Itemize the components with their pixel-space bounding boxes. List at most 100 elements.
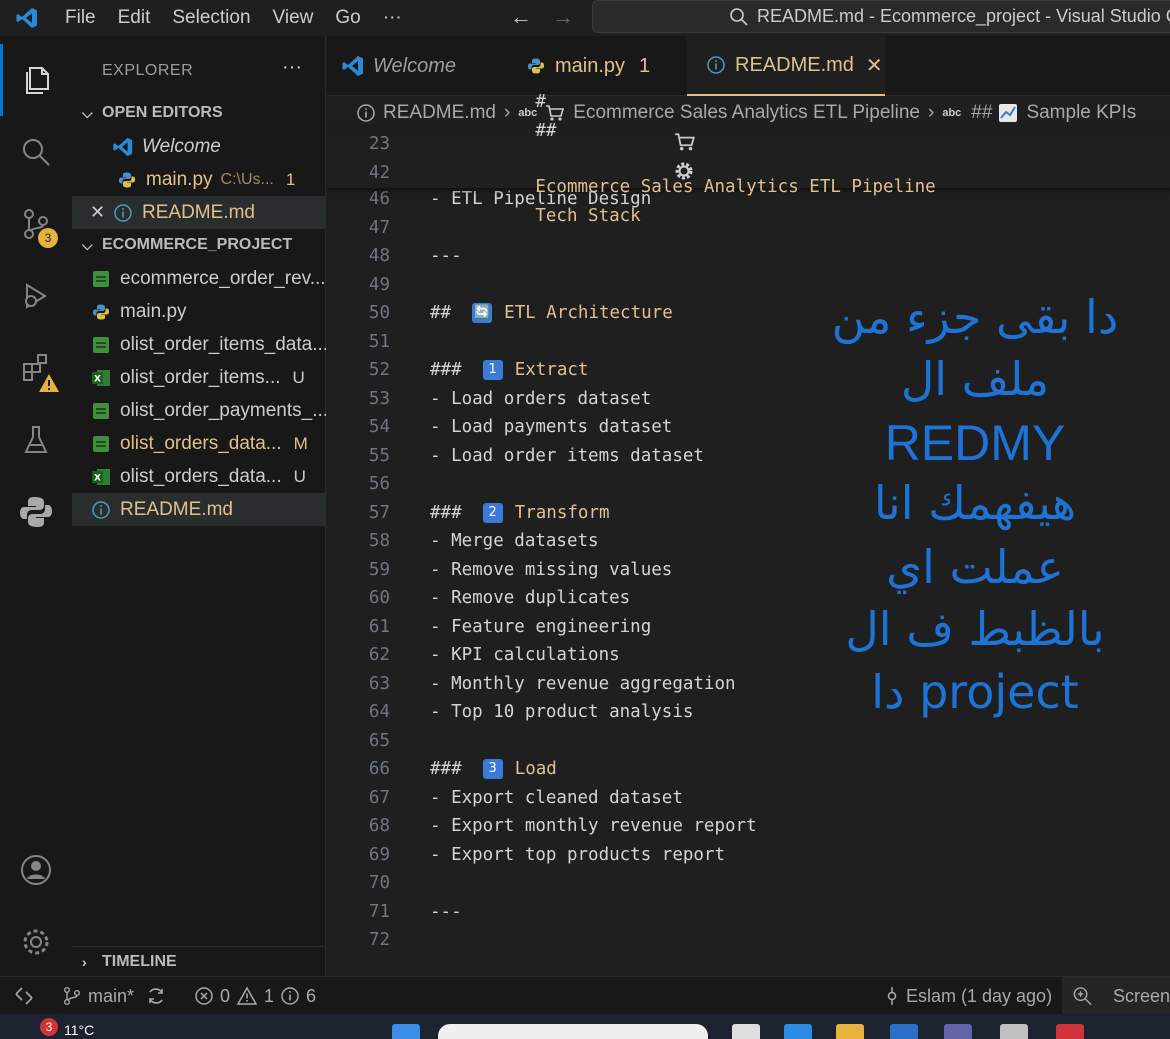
code-line[interactable]: 58 - Merge datasets <box>327 527 1170 555</box>
branch-indicator[interactable]: main* <box>62 977 134 1015</box>
code-line[interactable]: 55 - Load order items dataset <box>327 442 1170 470</box>
menu-more[interactable]: ··· <box>372 7 413 29</box>
taskbar-search-box[interactable] <box>438 1024 708 1039</box>
line-number: 52 <box>368 360 390 380</box>
file-item[interactable]: X olist_orders_data... U <box>72 460 326 493</box>
store-icon[interactable] <box>890 1024 918 1039</box>
code-line[interactable]: 60 - Remove duplicates <box>327 584 1170 612</box>
title-bar: File Edit Selection View Go ··· ← → READ… <box>0 0 1170 36</box>
menu-go[interactable]: Go <box>324 7 371 29</box>
menu-file[interactable]: File <box>54 7 107 29</box>
start-button-icon[interactable] <box>392 1024 420 1039</box>
code-line[interactable]: 63 - Monthly revenue aggregation <box>327 670 1170 698</box>
menu-view[interactable]: View <box>262 7 325 29</box>
chevron-down-icon: ⌵ <box>82 236 93 253</box>
sticky-line[interactable]: 42 ## Tech Stack <box>327 121 1170 226</box>
open-editors-section[interactable]: ⌵ OPEN EDITORS <box>72 98 326 128</box>
temperature[interactable]: 11°C <box>64 1022 94 1038</box>
line-content: - Monthly revenue aggregation <box>430 674 736 694</box>
file-item[interactable]: ecommerce_order_rev... <box>72 262 326 295</box>
git-blame-indicator[interactable]: Eslam (1 day ago) <box>884 977 1052 1015</box>
line-content: - Export monthly revenue report <box>430 816 757 836</box>
file-item[interactable]: olist_orders_data... M <box>72 427 326 460</box>
code-line[interactable]: 48 --- <box>327 242 1170 270</box>
file-item[interactable]: main.py <box>72 295 326 328</box>
app-icon[interactable] <box>1000 1024 1028 1039</box>
testing-flask-icon[interactable] <box>0 404 72 476</box>
breadcrumb-h2[interactable]: Sample KPIs <box>1026 102 1136 124</box>
open-editor-welcome[interactable]: Welcome <box>72 130 326 163</box>
close-icon[interactable]: ✕ <box>90 202 112 223</box>
code-line[interactable]: 68 - Export monthly revenue report <box>327 812 1170 840</box>
file-item[interactable]: X olist_order_items... U <box>72 361 326 394</box>
code-line[interactable]: 72 <box>327 926 1170 954</box>
error-icon <box>195 987 213 1005</box>
code-line[interactable]: 50 ## 🔄 ETL Architecture <box>327 299 1170 327</box>
line-number: 42 <box>368 163 390 183</box>
line-text: - Remove duplicates <box>430 588 631 608</box>
python-icon[interactable] <box>0 476 72 548</box>
project-section[interactable]: ⌵ ECOMMERCE_PROJECT <box>72 230 326 260</box>
line-number: 55 <box>368 445 390 466</box>
edge-icon[interactable] <box>784 1024 812 1039</box>
file-item[interactable]: olist_order_items_data... <box>72 328 326 361</box>
open-editor-main-py[interactable]: main.py C:\Us... 1 <box>72 163 326 196</box>
explorer-more-button[interactable]: ··· <box>282 56 302 79</box>
code-line[interactable]: 49 <box>327 271 1170 299</box>
code-line[interactable]: 51 <box>327 328 1170 356</box>
file-explorer-icon[interactable] <box>836 1024 864 1039</box>
teams-icon[interactable] <box>944 1024 972 1039</box>
sync-icon[interactable] <box>146 977 166 1015</box>
code-line[interactable]: 57 ### 2 Transform <box>327 499 1170 527</box>
code-line[interactable]: 54 - Load payments dataset <box>327 413 1170 441</box>
extensions-icon[interactable] <box>0 332 72 404</box>
settings-gear-icon[interactable] <box>0 906 72 978</box>
file-label: ecommerce_order_rev... <box>120 267 326 289</box>
line-number: 56 <box>368 474 390 494</box>
code-line[interactable]: 65 <box>327 727 1170 755</box>
code-line[interactable]: 64 - Top 10 product analysis <box>327 698 1170 726</box>
command-center-search[interactable]: README.md - Ecommerce_project - Visual S… <box>592 0 1170 33</box>
search-icon[interactable] <box>0 116 72 188</box>
breadcrumb-h2-prefix: ## <box>971 102 993 123</box>
code-line[interactable]: 56 <box>327 470 1170 498</box>
code-line[interactable]: 52 ### 1 Extract <box>327 356 1170 384</box>
problems-indicator[interactable]: 0 1 6 <box>194 977 316 1015</box>
excel-icon: X <box>90 367 112 389</box>
code-line[interactable]: 67 - Export cleaned dataset <box>327 784 1170 812</box>
forward-arrow-icon[interactable]: → <box>552 4 574 30</box>
line-text: --- <box>430 901 462 922</box>
source-control-icon[interactable]: 3 <box>0 188 72 260</box>
file-item[interactable]: README.md <box>72 493 326 526</box>
app-icon[interactable] <box>1056 1024 1084 1039</box>
open-editor-readme[interactable]: ✕ README.md <box>72 196 326 229</box>
code-line[interactable]: 53 - Load orders dataset <box>327 385 1170 413</box>
file-item[interactable]: olist_order_payments_... <box>72 394 326 427</box>
code-line[interactable]: 59 - Remove missing values <box>327 556 1170 584</box>
heading-text: Transform <box>514 502 610 523</box>
line-number: 59 <box>368 559 390 580</box>
menu-selection[interactable]: Selection <box>161 7 261 29</box>
code-line[interactable]: 66 ### 3 Load <box>327 755 1170 783</box>
back-arrow-icon[interactable]: ← <box>510 4 532 30</box>
code-line[interactable]: 61 - Feature engineering <box>327 613 1170 641</box>
remote-icon[interactable] <box>14 977 34 1015</box>
line-content: - Load orders dataset <box>430 389 651 409</box>
run-debug-icon[interactable] <box>0 260 72 332</box>
search-icon <box>730 8 748 26</box>
task-view-icon[interactable] <box>732 1024 760 1039</box>
account-icon[interactable] <box>0 834 72 906</box>
code-line[interactable]: 71 --- <box>327 898 1170 926</box>
timeline-section[interactable]: › TIMELINE <box>72 946 326 976</box>
code-line[interactable]: 70 <box>327 869 1170 897</box>
line-text: - Export monthly revenue report <box>430 816 757 836</box>
screen-reader-indicator[interactable]: Screen <box>1062 977 1170 1015</box>
explorer-icon[interactable] <box>0 44 72 116</box>
info-icon <box>357 104 375 122</box>
line-number: 48 <box>368 246 390 266</box>
line-number: 63 <box>368 673 390 694</box>
timeline-title: TIMELINE <box>102 952 177 970</box>
code-line[interactable]: 69 - Export top products report <box>327 841 1170 869</box>
menu-edit[interactable]: Edit <box>107 7 162 29</box>
code-line[interactable]: 62 - KPI calculations <box>327 641 1170 669</box>
